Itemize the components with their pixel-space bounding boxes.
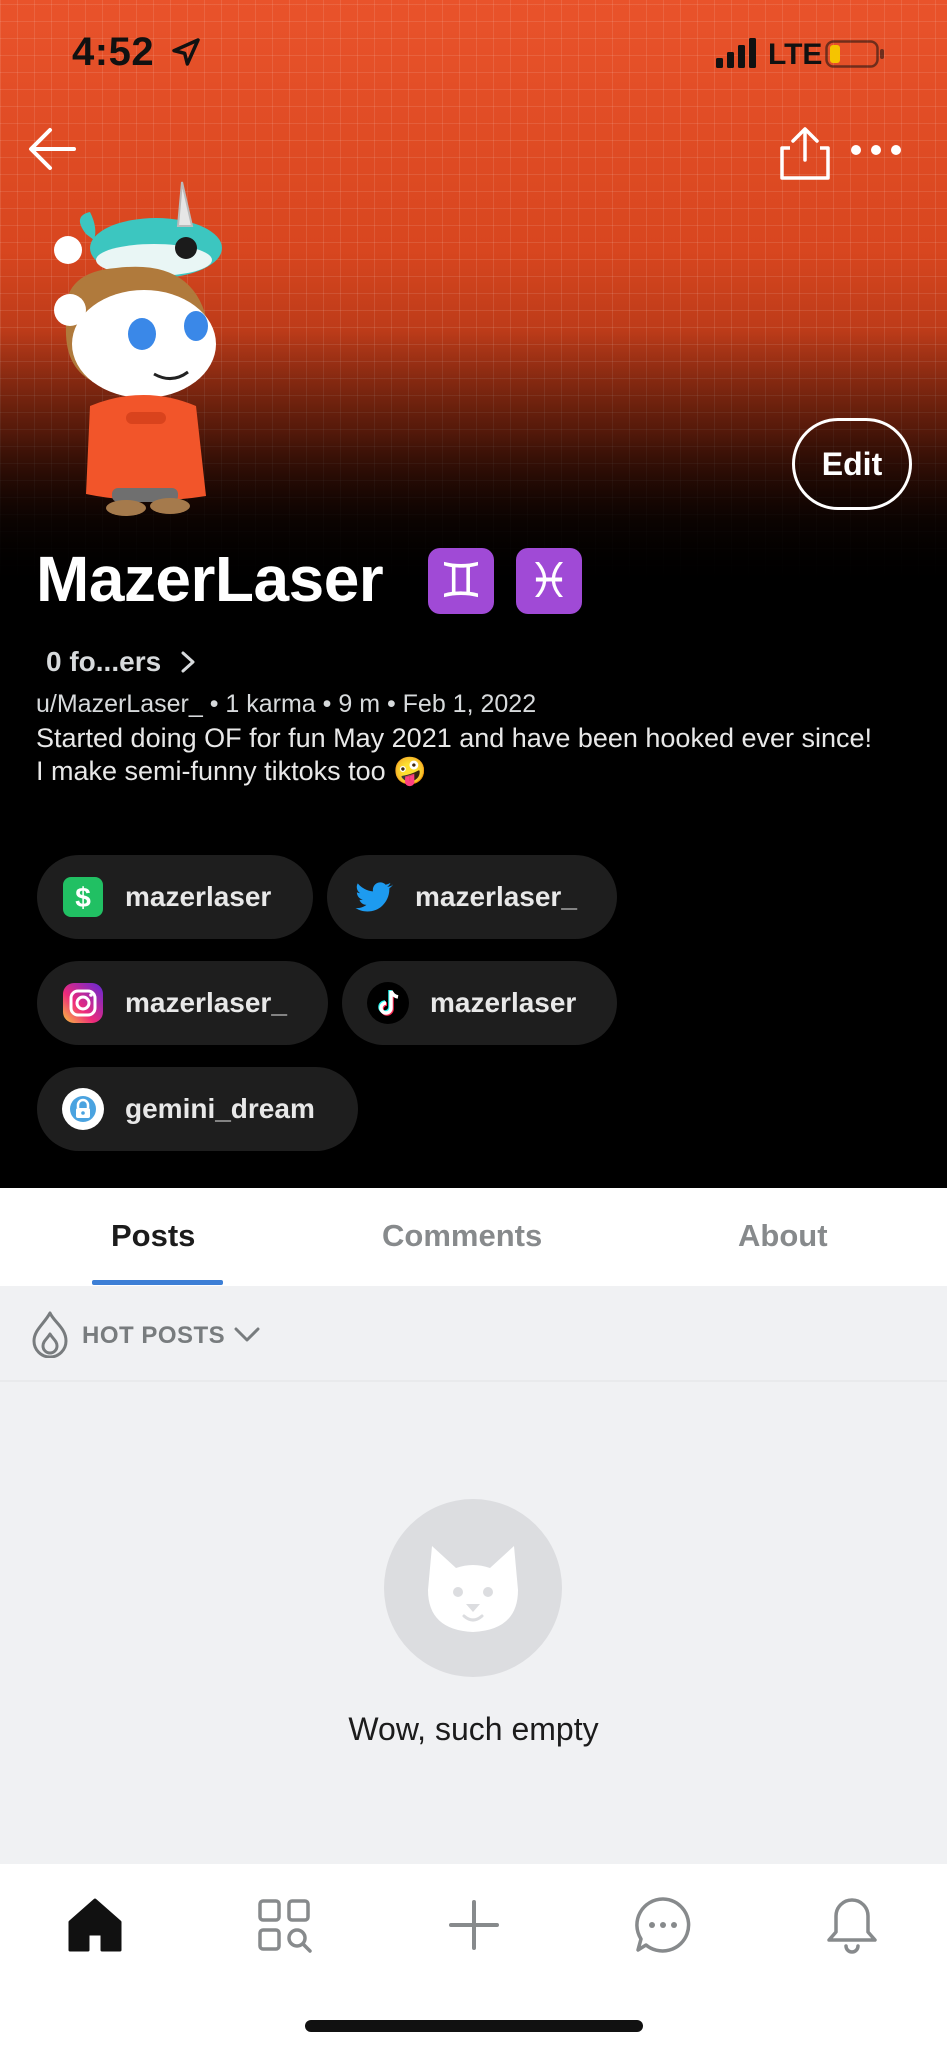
pisces-badge: ♓ xyxy=(516,548,582,614)
profile-tabs: Posts Comments About xyxy=(0,1188,947,1286)
cell-signal-icon xyxy=(716,38,756,68)
active-tab-indicator xyxy=(92,1280,223,1285)
battery-low-icon xyxy=(825,40,884,68)
more-options-button[interactable] xyxy=(850,138,902,162)
chevron-right-icon xyxy=(181,651,195,673)
onlyfans-icon xyxy=(62,1088,104,1130)
tab-about[interactable]: About xyxy=(738,1218,828,1254)
edit-profile-button[interactable]: Edit xyxy=(792,418,912,510)
social-link-label: mazerlaser_ xyxy=(125,987,287,1018)
sort-selector[interactable]: HOT POSTS xyxy=(0,1286,947,1382)
tab-comments[interactable]: Comments xyxy=(382,1218,542,1254)
flame-icon xyxy=(32,1311,68,1358)
home-icon[interactable] xyxy=(64,1894,126,1956)
social-link-label: gemini_dream xyxy=(125,1093,315,1124)
posts-feed: HOT POSTS Wow, such empty xyxy=(0,1286,947,1864)
status-time: 4:52 xyxy=(72,30,155,74)
cat-face-icon xyxy=(428,1546,518,1632)
empty-state-text: Wow, such empty xyxy=(348,1711,599,1747)
svg-text:$: $ xyxy=(75,882,91,913)
twitter-icon xyxy=(355,882,394,912)
tab-posts[interactable]: Posts xyxy=(111,1218,195,1254)
social-link-onlyfans[interactable]: gemini_dream xyxy=(37,1067,358,1151)
create-icon[interactable] xyxy=(443,1894,505,1956)
bottom-navigation xyxy=(0,1864,947,2048)
avatar xyxy=(54,181,222,516)
chevron-down-icon xyxy=(234,1327,260,1342)
network-label: LTE xyxy=(768,38,823,71)
sort-label: HOT POSTS xyxy=(82,1322,226,1349)
home-indicator xyxy=(305,2020,643,2032)
social-link-label: mazerlaser xyxy=(430,987,577,1018)
social-link-cashapp[interactable]: $ mazerlaser xyxy=(37,855,313,939)
followers-label: 0 fo...ers xyxy=(46,646,162,677)
social-link-twitter[interactable]: mazerlaser_ xyxy=(327,855,617,939)
social-link-tiktok[interactable]: mazerlaser xyxy=(342,961,617,1045)
instagram-icon xyxy=(63,983,103,1023)
profile-meta: u/MazerLaser_ • 1 karma • 9 m • Feb 1, 2… xyxy=(36,690,537,718)
profile-bio: Started doing OF for fun May 2021 and ha… xyxy=(36,723,873,786)
chat-icon[interactable] xyxy=(632,1894,694,1956)
location-arrow-icon xyxy=(172,38,200,66)
gemini-badge: ♊ xyxy=(428,548,494,614)
share-button[interactable] xyxy=(776,124,834,182)
profile-display-name: MazerLaser xyxy=(36,543,384,615)
social-link-label: mazerlaser_ xyxy=(415,881,577,912)
back-button[interactable] xyxy=(24,120,82,178)
followers-link[interactable]: 0 fo...ers xyxy=(46,646,197,678)
social-link-instagram[interactable]: mazerlaser_ xyxy=(37,961,328,1045)
discover-icon[interactable] xyxy=(253,1894,315,1956)
cashapp-icon: $ xyxy=(63,877,103,917)
notifications-icon[interactable] xyxy=(821,1894,883,1956)
tiktok-icon xyxy=(367,982,409,1024)
social-link-label: mazerlaser xyxy=(125,881,272,912)
